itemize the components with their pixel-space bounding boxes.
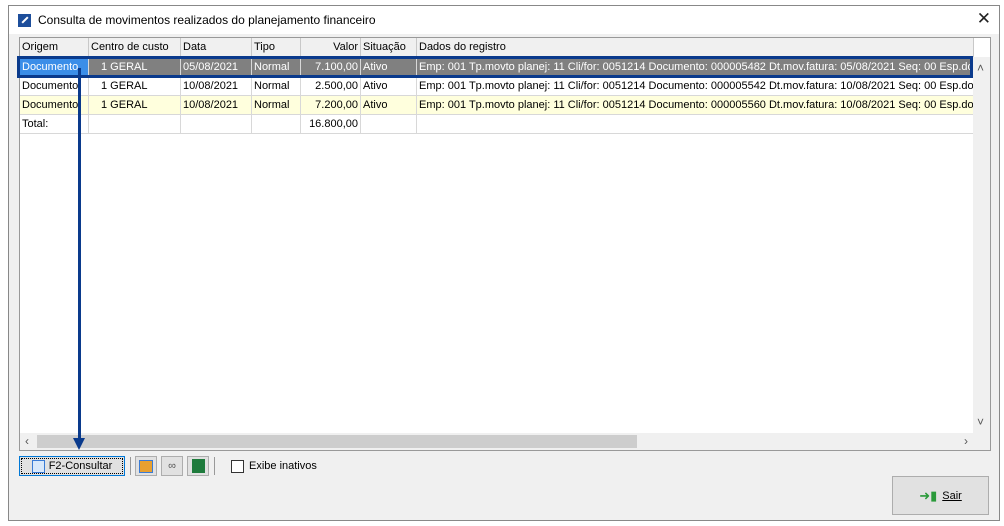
empty-cell xyxy=(417,115,974,134)
empty-cell xyxy=(252,115,301,134)
col-tipo[interactable]: Tipo xyxy=(252,38,301,57)
header-row: Origem Centro de custo Data Tipo Valor S… xyxy=(20,38,974,57)
app-icon xyxy=(18,14,31,27)
table-row[interactable]: Documento 1 GERAL 10/08/2021 Normal 2.50… xyxy=(20,77,974,96)
col-data[interactable]: Data xyxy=(181,38,252,57)
cell-data[interactable]: 10/08/2021 xyxy=(181,96,252,115)
excel-icon xyxy=(191,459,205,473)
consultar-label: F2-Consultar xyxy=(48,460,113,472)
magnifier-icon xyxy=(31,459,45,473)
cell-situacao[interactable]: Ativo xyxy=(361,96,417,115)
horizontal-scrollbar[interactable]: ‹ › xyxy=(20,433,990,450)
cell-tipo[interactable]: Normal xyxy=(252,96,301,115)
scroll-right-icon[interactable]: › xyxy=(964,434,968,448)
empty-cell xyxy=(361,115,417,134)
col-dados[interactable]: Dados do registro xyxy=(417,38,974,57)
col-situacao[interactable]: Situação xyxy=(361,38,417,57)
cell-situacao[interactable]: Ativo xyxy=(361,77,417,96)
total-value: 16.800,00 xyxy=(301,115,361,134)
cell-valor[interactable]: 7.200,00 xyxy=(301,96,361,115)
cell-data[interactable]: 10/08/2021 xyxy=(181,77,252,96)
cell-valor[interactable]: 2.500,00 xyxy=(301,77,361,96)
title-bar: Consulta de movimentos realizados do pla… xyxy=(9,6,999,34)
movements-grid: Origem Centro de custo Data Tipo Valor S… xyxy=(19,37,991,451)
separator xyxy=(214,457,215,475)
table-row[interactable]: Documento 1 GERAL 10/08/2021 Normal 7.20… xyxy=(20,96,974,115)
sair-button[interactable]: ➜▮ Sair xyxy=(892,476,989,515)
annotation-arrow-head xyxy=(73,438,85,450)
exibe-inativos-checkbox[interactable] xyxy=(231,459,244,473)
separator xyxy=(130,457,131,475)
scroll-up-icon[interactable]: ˄ xyxy=(977,61,984,75)
find-button[interactable]: ∞ xyxy=(161,456,183,476)
cell-tipo[interactable]: Normal xyxy=(252,77,301,96)
close-button[interactable]: ✕ xyxy=(977,9,991,29)
window-title: Consulta de movimentos realizados do pla… xyxy=(38,13,376,27)
folder-icon xyxy=(139,459,153,473)
binoculars-icon: ∞ xyxy=(168,460,176,472)
empty-cell xyxy=(181,115,252,134)
exit-door-icon: ➜▮ xyxy=(919,487,938,503)
dialog-window: Consulta de movimentos realizados do pla… xyxy=(8,5,1000,521)
toolbar: F2-Consultar ∞ Exibe inativos xyxy=(19,456,317,476)
folder-button[interactable] xyxy=(135,456,157,476)
consultar-button[interactable]: F2-Consultar xyxy=(19,456,125,476)
excel-export-button[interactable] xyxy=(187,456,209,476)
col-origem[interactable]: Origem xyxy=(20,38,89,57)
col-centro-custo[interactable]: Centro de custo xyxy=(89,38,181,57)
total-row: Total: 16.800,00 xyxy=(20,115,974,134)
scroll-down-icon[interactable]: ˅ xyxy=(977,415,984,429)
annotation-arrow-line xyxy=(78,68,81,440)
col-valor[interactable]: Valor xyxy=(301,38,361,57)
sair-label: Sair xyxy=(942,489,962,502)
empty-cell xyxy=(89,115,181,134)
annotation-highlight-box xyxy=(17,56,973,78)
scroll-left-icon[interactable]: ‹ xyxy=(25,434,29,448)
cell-dados[interactable]: Emp: 001 Tp.movto planej: 11 Cli/for: 00… xyxy=(417,77,974,96)
cell-centro-custo[interactable]: 1 GERAL xyxy=(89,77,181,96)
scroll-thumb[interactable] xyxy=(37,435,637,448)
vertical-scrollbar[interactable]: ˄ ˅ xyxy=(973,57,990,433)
cell-dados[interactable]: Emp: 001 Tp.movto planej: 11 Cli/for: 00… xyxy=(417,96,974,115)
cell-centro-custo[interactable]: 1 GERAL xyxy=(89,96,181,115)
exibe-inativos-label[interactable]: Exibe inativos xyxy=(249,460,317,472)
